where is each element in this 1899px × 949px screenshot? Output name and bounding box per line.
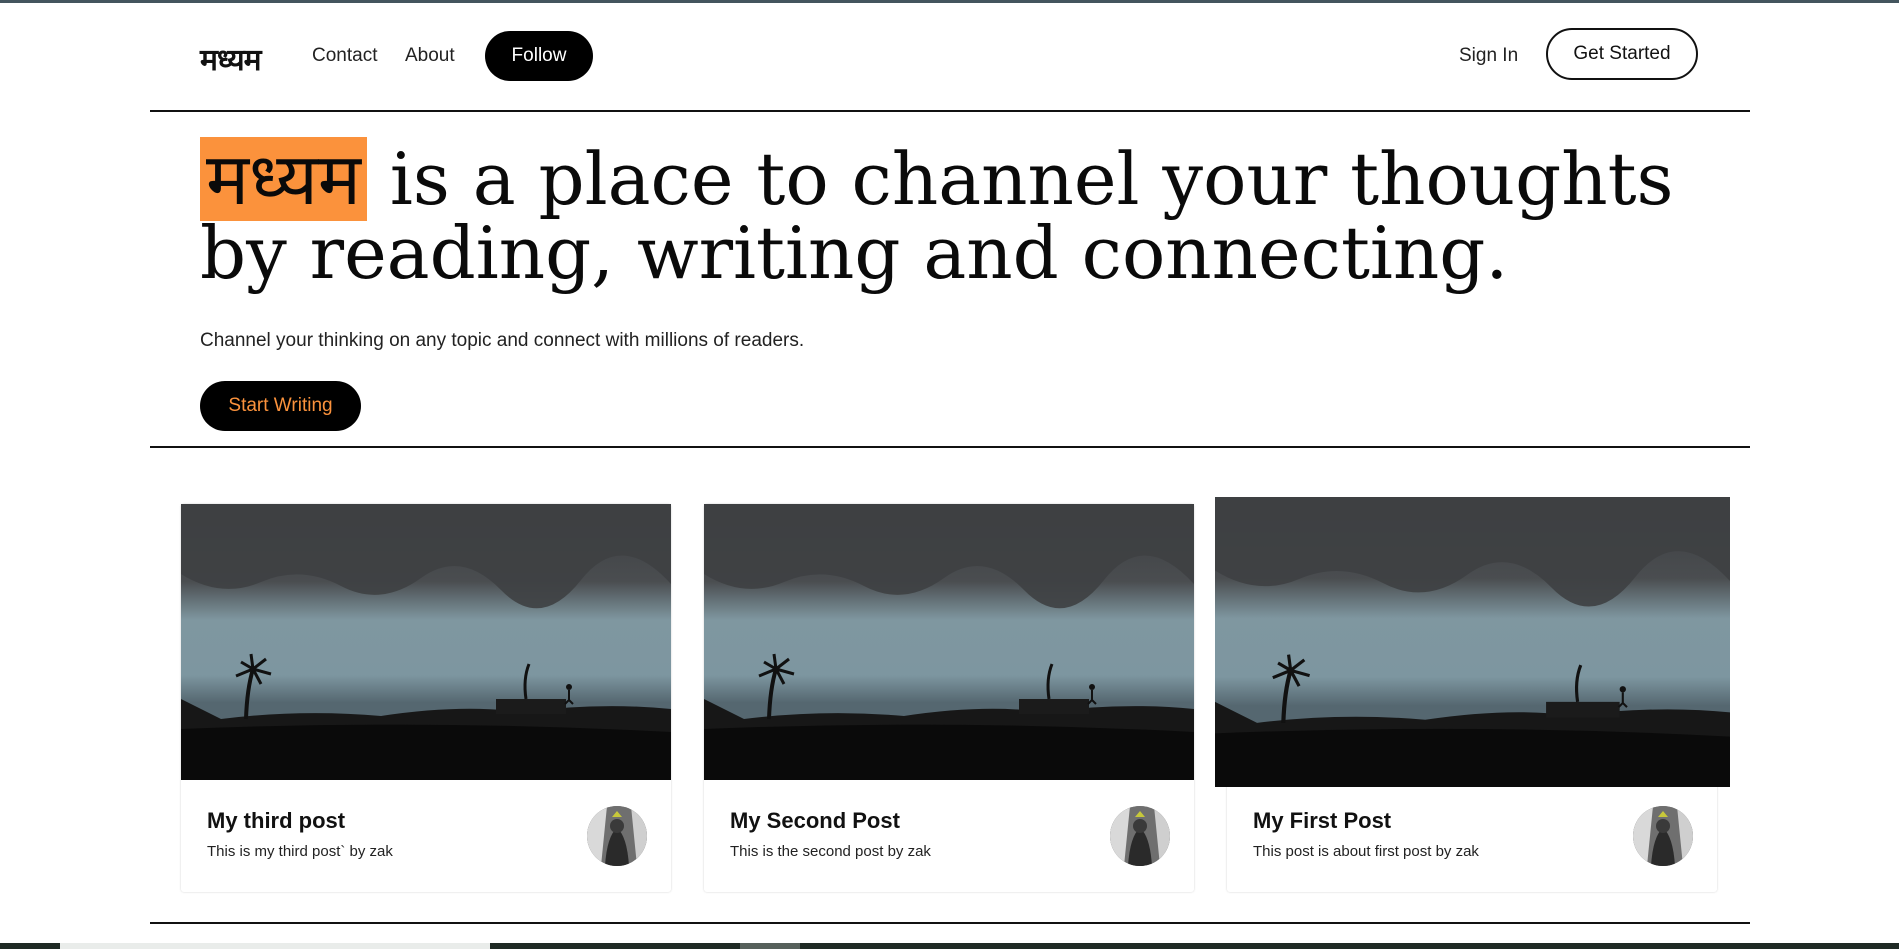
author-avatar[interactable] [1110, 806, 1170, 866]
post-cover-image [1215, 497, 1730, 787]
nav-link-contact[interactable]: Contact [312, 45, 377, 67]
post-card[interactable]: My third post This is my third post` by … [181, 504, 671, 892]
post-title[interactable]: My Second Post [730, 808, 900, 834]
top-nav: मध्यम Contact About Follow Sign In Get S… [150, 0, 1750, 112]
author-avatar[interactable] [587, 806, 647, 866]
post-cover-image [181, 504, 671, 780]
nav-link-about[interactable]: About [405, 45, 455, 67]
hero-brand-highlight: मध्यम [200, 137, 367, 221]
avatar-image [587, 806, 647, 866]
brand-logo[interactable]: मध्यम [200, 38, 262, 79]
hero-title-text: is a place to channel your thoughts by r… [200, 137, 1674, 295]
follow-button[interactable]: Follow [485, 31, 593, 81]
post-description: This post is about first post by zak [1253, 843, 1479, 860]
post-cover-image [704, 504, 1194, 780]
taskbar-segment [740, 943, 800, 949]
taskbar-segment [60, 943, 490, 949]
hero-section: मध्यम is a place to channel your thought… [150, 112, 1750, 448]
sign-in-link[interactable]: Sign In [1459, 45, 1518, 67]
hero-subtitle: Channel your thinking on any topic and c… [200, 330, 805, 351]
bottom-edge-strip [0, 943, 1899, 949]
avatar-image [1110, 806, 1170, 866]
post-title[interactable]: My third post [207, 808, 345, 834]
post-card[interactable]: My Second Post This is the second post b… [704, 504, 1194, 892]
post-description: This is my third post` by zak [207, 843, 393, 860]
hero-title: मध्यम is a place to channel your thought… [200, 137, 1720, 290]
post-card[interactable]: My First Post This post is about first p… [1215, 497, 1730, 892]
get-started-button[interactable]: Get Started [1546, 28, 1698, 80]
section-divider [150, 922, 1750, 924]
author-avatar[interactable] [1633, 806, 1693, 866]
post-title[interactable]: My First Post [1253, 808, 1391, 834]
avatar-image [1633, 806, 1693, 866]
start-writing-button[interactable]: Start Writing [200, 381, 361, 431]
post-description: This is the second post by zak [730, 843, 931, 860]
